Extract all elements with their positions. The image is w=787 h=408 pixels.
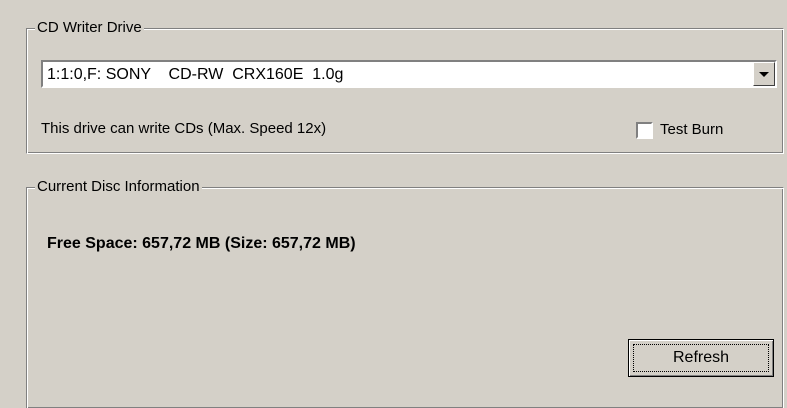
refresh-button[interactable]: Refresh xyxy=(628,339,774,377)
test-burn-checkbox[interactable] xyxy=(636,121,653,139)
free-space-text: Free Space: 657,72 MB (Size: 657,72 MB) xyxy=(47,235,356,252)
current-disc-information-legend: Current Disc Information xyxy=(35,178,202,196)
test-burn-label[interactable]: Test Burn xyxy=(660,120,723,140)
drive-capability-text: This drive can write CDs (Max. Speed 12x… xyxy=(41,120,327,137)
chevron-down-icon xyxy=(759,71,769,77)
current-disc-information-group: Current Disc Information Free Space: 657… xyxy=(26,178,784,408)
drive-select[interactable]: 1:1:0,F: SONY CD-RW CRX160E 1.0g xyxy=(41,60,777,88)
drive-select-dropdown-button[interactable] xyxy=(753,62,775,86)
cd-writer-drive-group: CD Writer Drive 1:1:0,F: SONY CD-RW CRX1… xyxy=(26,19,784,154)
test-burn-option[interactable]: Test Burn xyxy=(636,120,723,140)
refresh-button-label: Refresh xyxy=(672,349,730,366)
cd-writer-drive-legend: CD Writer Drive xyxy=(35,19,144,37)
drive-select-value: 1:1:0,F: SONY CD-RW CRX160E 1.0g xyxy=(47,66,344,83)
